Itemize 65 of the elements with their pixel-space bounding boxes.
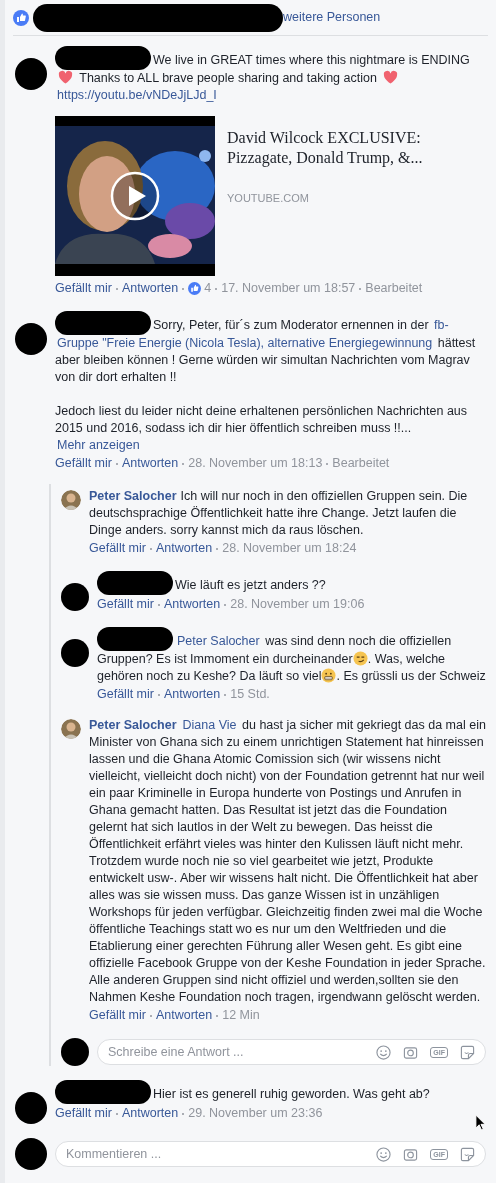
comment-time: 12 Min: [222, 1007, 260, 1024]
like-link[interactable]: Gefällt mir: [97, 596, 154, 613]
reply-link[interactable]: Antworten: [155, 1007, 213, 1024]
link[interactable]: Mehr anzeigen: [57, 437, 140, 454]
like-link[interactable]: Gefällt mir: [55, 455, 112, 472]
reply-link[interactable]: Antworten: [121, 1105, 179, 1122]
link-preview[interactable]: David Wilcock EXCLUSIVE: Pizzagate, Donald Trump, &... YOUTUBE.COM: [55, 116, 486, 276]
comment-time: 28. November um 19:06: [230, 596, 365, 613]
comment-time: 15 Std.: [230, 686, 270, 703]
like-link[interactable]: Gefällt mir: [55, 1105, 112, 1122]
likers-link[interactable]: weitere Personen: [283, 8, 381, 27]
avatar[interactable]: [15, 1092, 47, 1124]
smirk-emoji-icon: [352, 651, 368, 666]
link[interactable]: fb-: [434, 317, 449, 334]
comment-time: 17. November um 18:57: [221, 280, 356, 297]
heart-icon: [58, 70, 73, 85]
cursor-icon: [475, 1114, 486, 1131]
comment-time: 28. November um 18:24: [222, 540, 357, 557]
avatar[interactable]: [61, 1038, 89, 1066]
comment-text: Peter Salocher was sind denn noch die offiziellen Gruppen? Es ist Immoment ein durcheinander . Was, welche gehören noch zu Keshe? Da läuft so viel . Es grüssli us der Schweiz: [97, 627, 486, 685]
comment-text: Peter Salocher Diana Vie du hast ja sicher mit gekriegt das da mal ein Minister von Ghana sich zu einem unrichtigen Statement hat hinreissen lassen und die Ghana Atomic Comission sich (wir wissens nicht vielleicht, vielleicht doch nicht) von der Foundation getrennt hat nur weil ein paar Kriminelle in Europa hunderte von Postings und Anrufen in Ghana gemacht hatten. Das Resultat ist jetzt das die Foundation gelernt hat sich lautlos in der Welt zu bewegen. Das heisst die Öffentlichkeit erfährt vieles was hinter den Kulissen läuft nicht mehr. Trotzdem wurde noch nie so viel gearbeitet wie jetzt, Produkte entwickelt usw-. Aber wir wissens halt nicht. Die Öffentlichkeit hat aber alles was sie wissen muss. Das ganze Wissen ist in unzähligen Workshops für jeden verfügbar. Gleichzeitig finden zwei mal die Woche öffentliche Teachings statt wo es nur um den Weltfrieden und die Etablierung einer gerechten Führung aller Wesen geht. Es gibt eine offizielle Facebook Gruppe von der Keshe Foundation in jeder Sprache. Alle anderen Gruppen sind nicht offiziel und werden,sollten sie den Nahmen Keshe Foundation noch tragen, irgendwann gelöscht werden.: [89, 717, 486, 1006]
preview-domain: YOUTUBE.COM: [227, 191, 310, 206]
sticker-icon[interactable]: [460, 1044, 475, 1060]
avatar[interactable]: [15, 323, 47, 355]
comment-text: Hier ist es generell ruhig geworden. Was geht ab?: [55, 1080, 486, 1104]
emoji-icon[interactable]: [376, 1044, 392, 1060]
camera-icon[interactable]: [403, 1146, 419, 1162]
play-icon[interactable]: [110, 171, 160, 221]
like-link[interactable]: Gefällt mir: [89, 1007, 146, 1024]
comment-text: Jedoch liest du leider nicht deine erhaltenen persönlichen Nachrichten aus 2015 und 2016, sodass ich dir hier öffentlich schreiben muss !!... Mehr anzeigen: [55, 403, 469, 454]
comment-time: 28. November um 18:13: [188, 455, 323, 472]
author-name[interactable]: Peter Salocher: [89, 489, 177, 503]
link[interactable]: Gruppe "Freie Energie (Nicola Tesla), alternative Energiegewinnung: [57, 335, 433, 352]
reply-link[interactable]: Antworten: [121, 455, 179, 472]
reply-link[interactable]: Antworten: [163, 686, 221, 703]
like-icon: [13, 9, 29, 26]
comment-text: Wie läuft es jetzt anders ??: [97, 571, 486, 595]
reply-link[interactable]: Antworten: [121, 280, 179, 297]
avatar[interactable]: [15, 58, 47, 90]
like-link[interactable]: Gefällt mir: [89, 540, 146, 557]
reply-link[interactable]: Antworten: [155, 540, 213, 557]
link[interactable]: https://youtu.be/vNDeJjLJd_I: [57, 87, 217, 104]
edited-label: Bearbeitet: [332, 455, 390, 472]
heart-icon: [383, 70, 399, 85]
sticker-icon[interactable]: [460, 1146, 475, 1162]
comment-text: Sorry, Peter, für´s zum Moderator ernennen in der fb- Gruppe "Freie Energie (Nicola Tesla), alternative Energiegewinnung hättest aber bleiben können ! Gerne würden wir simultan Nachrichten vom Magrav von dir dort erhalten !!: [55, 311, 486, 386]
comment-time: 29. November um 23:36: [188, 1105, 323, 1122]
grimace-emoji-icon: [321, 668, 337, 683]
avatar[interactable]: [15, 1138, 47, 1170]
link[interactable]: Diana Vie: [182, 717, 237, 734]
comment-text: Peter Salocher Ich will nur noch in den offiziellen Gruppen sein. Die deutschsprachige Öffentlichkeit hatte ihre Change. Jetzt laufen die Dinge anders. sorry kannst mich da raus löschen.: [89, 488, 469, 539]
camera-icon[interactable]: [403, 1044, 419, 1060]
link[interactable]: Peter Salocher: [177, 633, 260, 650]
comment-text: We live in GREAT times where this nightmare is ENDING Thanks to ALL brave people sharing and taking action https://youtu.be/vNDeJjLJd_I: [55, 46, 486, 104]
reaction-count: 4: [204, 280, 212, 297]
author-name[interactable]: Peter Salocher: [89, 718, 177, 732]
avatar[interactable]: [61, 583, 89, 611]
preview-title[interactable]: David Wilcock EXCLUSIVE: Pizzagate, Donald Trump, &...: [227, 128, 486, 168]
like-link[interactable]: Gefällt mir: [97, 686, 154, 703]
emoji-icon[interactable]: [376, 1146, 392, 1162]
avatar[interactable]: [61, 639, 89, 667]
like-link[interactable]: Gefällt mir: [55, 280, 112, 297]
like-icon: [188, 282, 202, 295]
reply-link[interactable]: Antworten: [163, 596, 221, 613]
edited-label: Bearbeitet: [365, 280, 423, 297]
